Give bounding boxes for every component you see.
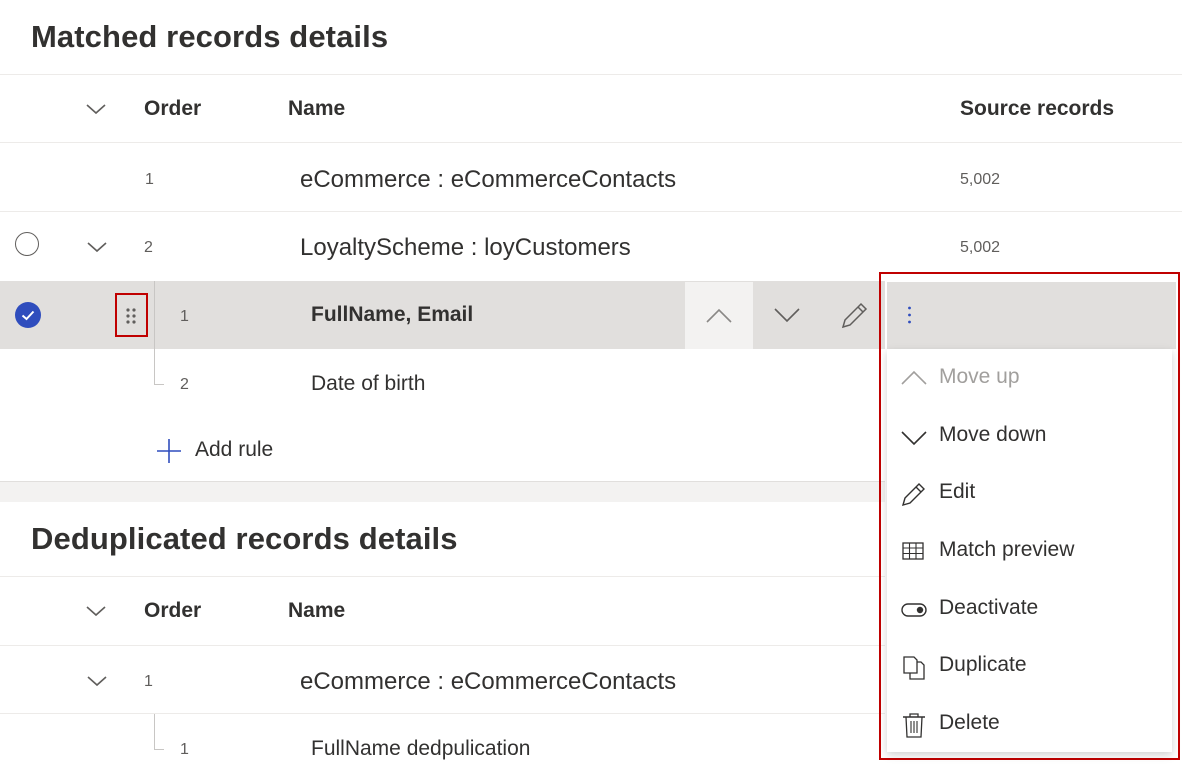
selected-row-tail [932, 282, 1176, 349]
chevron-down-icon[interactable] [86, 240, 108, 254]
chevron-down-icon [901, 424, 927, 450]
column-header-name[interactable]: Name [288, 599, 345, 623]
row-source-count: 5,002 [960, 171, 1001, 188]
pencil-icon [901, 481, 927, 507]
chevron-up-icon [901, 366, 927, 392]
rule-order: 2 [180, 376, 189, 393]
row-order: 1 [145, 171, 154, 188]
column-header-order[interactable]: Order [144, 599, 201, 623]
row-order: 2 [144, 239, 153, 256]
menu-item-label: Move down [939, 423, 1047, 446]
move-down-button[interactable] [754, 282, 820, 349]
row-name: eCommerce : eCommerceContacts [300, 166, 677, 193]
menu-item-delete[interactable]: Delete [887, 695, 1172, 753]
plus-icon [155, 437, 183, 465]
move-up-button[interactable] [685, 282, 753, 349]
matched-section-title: Matched records details [31, 19, 389, 54]
menu-item-move-up[interactable]: Move up [887, 349, 1172, 407]
menu-item-label: Duplicate [939, 653, 1027, 676]
divider [0, 576, 885, 577]
menu-item-label: Delete [939, 711, 1000, 734]
menu-item-match-preview[interactable]: Match preview [887, 522, 1172, 580]
add-rule-label: Add rule [195, 438, 274, 461]
menu-item-label: Deactivate [939, 596, 1039, 619]
row-source-count: 5,002 [960, 239, 1001, 256]
column-header-order[interactable]: Order [144, 97, 201, 121]
trash-icon [901, 712, 927, 738]
section-separator [0, 481, 885, 502]
menu-item-edit[interactable]: Edit [887, 464, 1172, 522]
rule-order: 1 [180, 741, 189, 758]
tree-connector [154, 714, 155, 750]
menu-item-deactivate[interactable]: Deactivate [887, 580, 1172, 638]
table-icon [901, 539, 927, 565]
rule-name: FullName dedpulication [311, 737, 531, 760]
column-header-name[interactable]: Name [288, 97, 345, 121]
toggle-icon [901, 597, 927, 623]
column-header-source-records[interactable]: Source records [960, 97, 1114, 121]
drag-handle-icon[interactable] [115, 293, 148, 337]
more-options-button[interactable] [887, 282, 932, 349]
tree-connector [154, 281, 155, 385]
rule-name: Date of birth [311, 372, 426, 395]
rule-order: 1 [180, 308, 189, 325]
copy-icon [901, 654, 927, 680]
row-checked-icon[interactable] [15, 302, 41, 328]
menu-item-move-down[interactable]: Move down [887, 407, 1172, 465]
expand-all-chevron-icon[interactable] [85, 604, 107, 618]
row-name: LoyaltyScheme : loyCustomers [300, 234, 631, 261]
menu-item-duplicate[interactable]: Duplicate [887, 637, 1172, 695]
tree-connector [154, 749, 164, 750]
divider [0, 211, 1182, 212]
edit-button[interactable] [821, 282, 885, 349]
row-name: eCommerce : eCommerceContacts [300, 668, 677, 695]
menu-item-label: Edit [939, 480, 976, 503]
menu-item-label: Match preview [939, 538, 1075, 561]
dedup-section-title: Deduplicated records details [31, 521, 458, 556]
menu-item-label: Move up [939, 365, 1020, 388]
expand-all-chevron-icon[interactable] [85, 102, 107, 116]
divider [0, 645, 885, 646]
divider [0, 713, 885, 714]
add-rule-button[interactable]: Add rule [155, 436, 285, 466]
row-order: 1 [144, 673, 153, 690]
divider [0, 74, 1182, 75]
chevron-down-icon[interactable] [86, 674, 108, 688]
rule-name: FullName, Email [311, 303, 474, 326]
tree-connector [154, 384, 164, 385]
row-select-radio[interactable] [15, 232, 39, 256]
